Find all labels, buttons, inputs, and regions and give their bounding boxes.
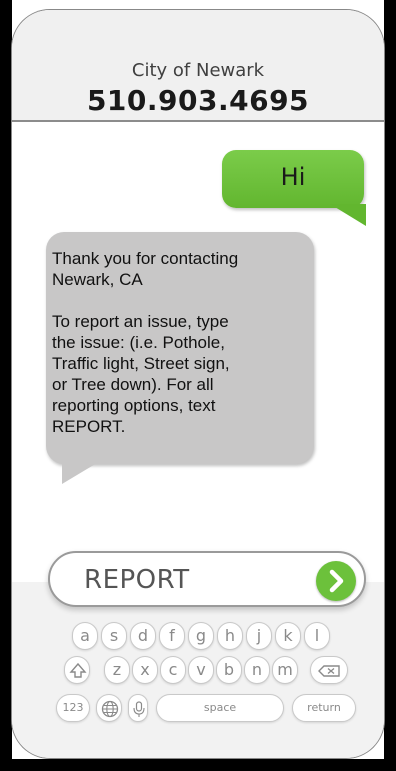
key-n[interactable]: n [244, 656, 270, 684]
phone-mockup: City of Newark 510.903.4695 Hi Thank you… [0, 0, 396, 771]
space-key[interactable]: space [156, 694, 284, 722]
key-z[interactable]: z [104, 656, 130, 684]
key-c[interactable]: c [160, 656, 186, 684]
key-m[interactable]: m [272, 656, 298, 684]
backspace-icon [318, 665, 340, 677]
key-x[interactable]: x [132, 656, 158, 684]
microphone-icon [133, 701, 145, 717]
key-j[interactable]: j [246, 622, 272, 650]
incoming-message-text: Thank you for contacting Newark, CA To r… [52, 249, 239, 436]
contact-number: 510.903.4695 [86, 84, 310, 117]
message-input[interactable]: REPORT [48, 551, 366, 607]
globe-icon [101, 700, 119, 718]
backspace-key[interactable] [310, 656, 348, 684]
key-a[interactable]: a [72, 622, 98, 650]
incoming-message-bubble[interactable]: Thank you for contacting Newark, CA To r… [46, 232, 314, 464]
key-h[interactable]: h [217, 622, 243, 650]
keyboard: a s d f g h j k l z x c v b n m 123 spac… [12, 582, 384, 758]
key-f[interactable]: f [159, 622, 185, 650]
conversation-header: City of Newark 510.903.4695 [12, 10, 384, 122]
shift-icon [69, 662, 87, 678]
key-g[interactable]: g [188, 622, 214, 650]
key-k[interactable]: k [275, 622, 301, 650]
outgoing-message-text: Hi [280, 163, 306, 191]
phone-edge-left [0, 0, 12, 771]
outgoing-message-bubble[interactable]: Hi [222, 150, 364, 208]
key-l[interactable]: l [304, 622, 330, 650]
key-d[interactable]: d [130, 622, 156, 650]
phone-edge-right [384, 0, 396, 771]
send-button[interactable] [316, 561, 356, 601]
contact-name: City of Newark [131, 60, 265, 81]
key-s[interactable]: s [101, 622, 127, 650]
message-input-text: REPORT [84, 565, 190, 595]
key-v[interactable]: v [188, 656, 214, 684]
shift-key[interactable] [64, 656, 90, 684]
incoming-bubble-tail [62, 460, 102, 484]
message-thread[interactable]: Hi Thank you for contacting Newark, CA T… [12, 122, 384, 582]
chevron-right-icon [329, 569, 344, 593]
phone-screen: City of Newark 510.903.4695 Hi Thank you… [12, 10, 384, 758]
phone-edge-bottom [0, 759, 396, 771]
key-b[interactable]: b [216, 656, 242, 684]
outgoing-bubble-tail [330, 204, 366, 226]
return-key[interactable]: return [292, 694, 356, 722]
microphone-key[interactable] [128, 694, 148, 722]
globe-key[interactable] [96, 694, 122, 722]
numbers-key[interactable]: 123 [56, 694, 90, 722]
